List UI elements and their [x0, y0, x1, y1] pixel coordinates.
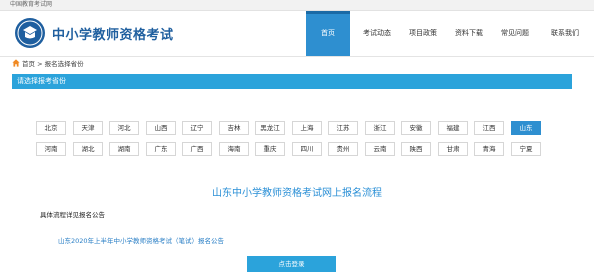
- province-gansu[interactable]: 甘肃: [438, 142, 468, 156]
- province-heilongjiang[interactable]: 黑龙江: [255, 121, 285, 135]
- province-shanghai[interactable]: 上海: [292, 121, 322, 135]
- province-zhejiang[interactable]: 浙江: [365, 121, 395, 135]
- province-hubei[interactable]: 湖北: [73, 142, 103, 156]
- nav-item-exam-news[interactable]: 考试动态: [354, 11, 400, 56]
- nav-item-faq[interactable]: 常见问题: [492, 11, 538, 56]
- breadcrumb-current: 报名选择省份: [44, 60, 84, 68]
- province-jiangxi[interactable]: 江西: [474, 121, 504, 135]
- province-shanxi[interactable]: 山西: [146, 121, 176, 135]
- notice-link[interactable]: 山东2020年上半年中小学教师资格考试（笔试）报名公告: [58, 235, 224, 245]
- home-icon: [12, 59, 20, 67]
- breadcrumb: 首页 > 报名选择省份: [12, 58, 84, 70]
- province-ningxia[interactable]: 宁夏: [511, 142, 541, 156]
- province-hainan[interactable]: 海南: [219, 142, 249, 156]
- province-beijing[interactable]: 北京: [36, 121, 66, 135]
- nav-item-contact[interactable]: 联系我们: [542, 11, 588, 56]
- province-guangdong[interactable]: 广东: [146, 142, 176, 156]
- header-divider: [0, 56, 594, 57]
- province-shaanxi[interactable]: 陕西: [401, 142, 431, 156]
- registration-process-title: 山东中小学教师资格考试网上报名流程: [212, 188, 382, 199]
- province-tianjin[interactable]: 天津: [73, 121, 103, 135]
- province-henan[interactable]: 河南: [36, 142, 66, 156]
- breadcrumb-separator: >: [37, 60, 43, 68]
- header: 中小学教师资格考试 首页 考试动态 项目政策 资料下载 常见问题 联系我们: [0, 11, 594, 56]
- nav-item-policy[interactable]: 项目政策: [400, 11, 446, 56]
- province-liaoning[interactable]: 辽宁: [182, 121, 212, 135]
- section-header: 请选择报考省份: [12, 74, 572, 89]
- top-bar: 中国教育考试网: [0, 0, 594, 11]
- province-hebei[interactable]: 河北: [109, 121, 139, 135]
- exam-logo-icon[interactable]: [14, 17, 46, 49]
- nav-item-home[interactable]: 首页: [306, 11, 350, 56]
- site-title[interactable]: 中小学教师资格考试: [52, 24, 174, 43]
- province-shandong[interactable]: 山东: [511, 121, 541, 135]
- breadcrumb-home[interactable]: 首页: [22, 60, 35, 68]
- notice-label: 具体流程详见报名公告: [40, 211, 105, 219]
- province-chongqing[interactable]: 重庆: [255, 142, 285, 156]
- nav-item-downloads[interactable]: 资料下载: [446, 11, 492, 56]
- login-button[interactable]: 点击登录: [247, 256, 336, 272]
- province-jiangsu[interactable]: 江苏: [328, 121, 358, 135]
- province-hunan[interactable]: 湖南: [109, 142, 139, 156]
- province-sichuan[interactable]: 四川: [292, 142, 322, 156]
- province-guangxi[interactable]: 广西: [182, 142, 212, 156]
- province-jilin[interactable]: 吉林: [219, 121, 249, 135]
- province-fujian[interactable]: 福建: [438, 121, 468, 135]
- top-bar-text[interactable]: 中国教育考试网: [10, 1, 52, 9]
- province-grid: 北京 天津 河北 山西 辽宁 吉林 黑龙江 上海 江苏 浙江 安徽 福建 江西 …: [36, 121, 546, 161]
- province-anhui[interactable]: 安徽: [401, 121, 431, 135]
- province-guizhou[interactable]: 贵州: [328, 142, 358, 156]
- section-title: 请选择报考省份: [17, 77, 66, 85]
- province-yunnan[interactable]: 云南: [365, 142, 395, 156]
- province-qinghai[interactable]: 青海: [474, 142, 504, 156]
